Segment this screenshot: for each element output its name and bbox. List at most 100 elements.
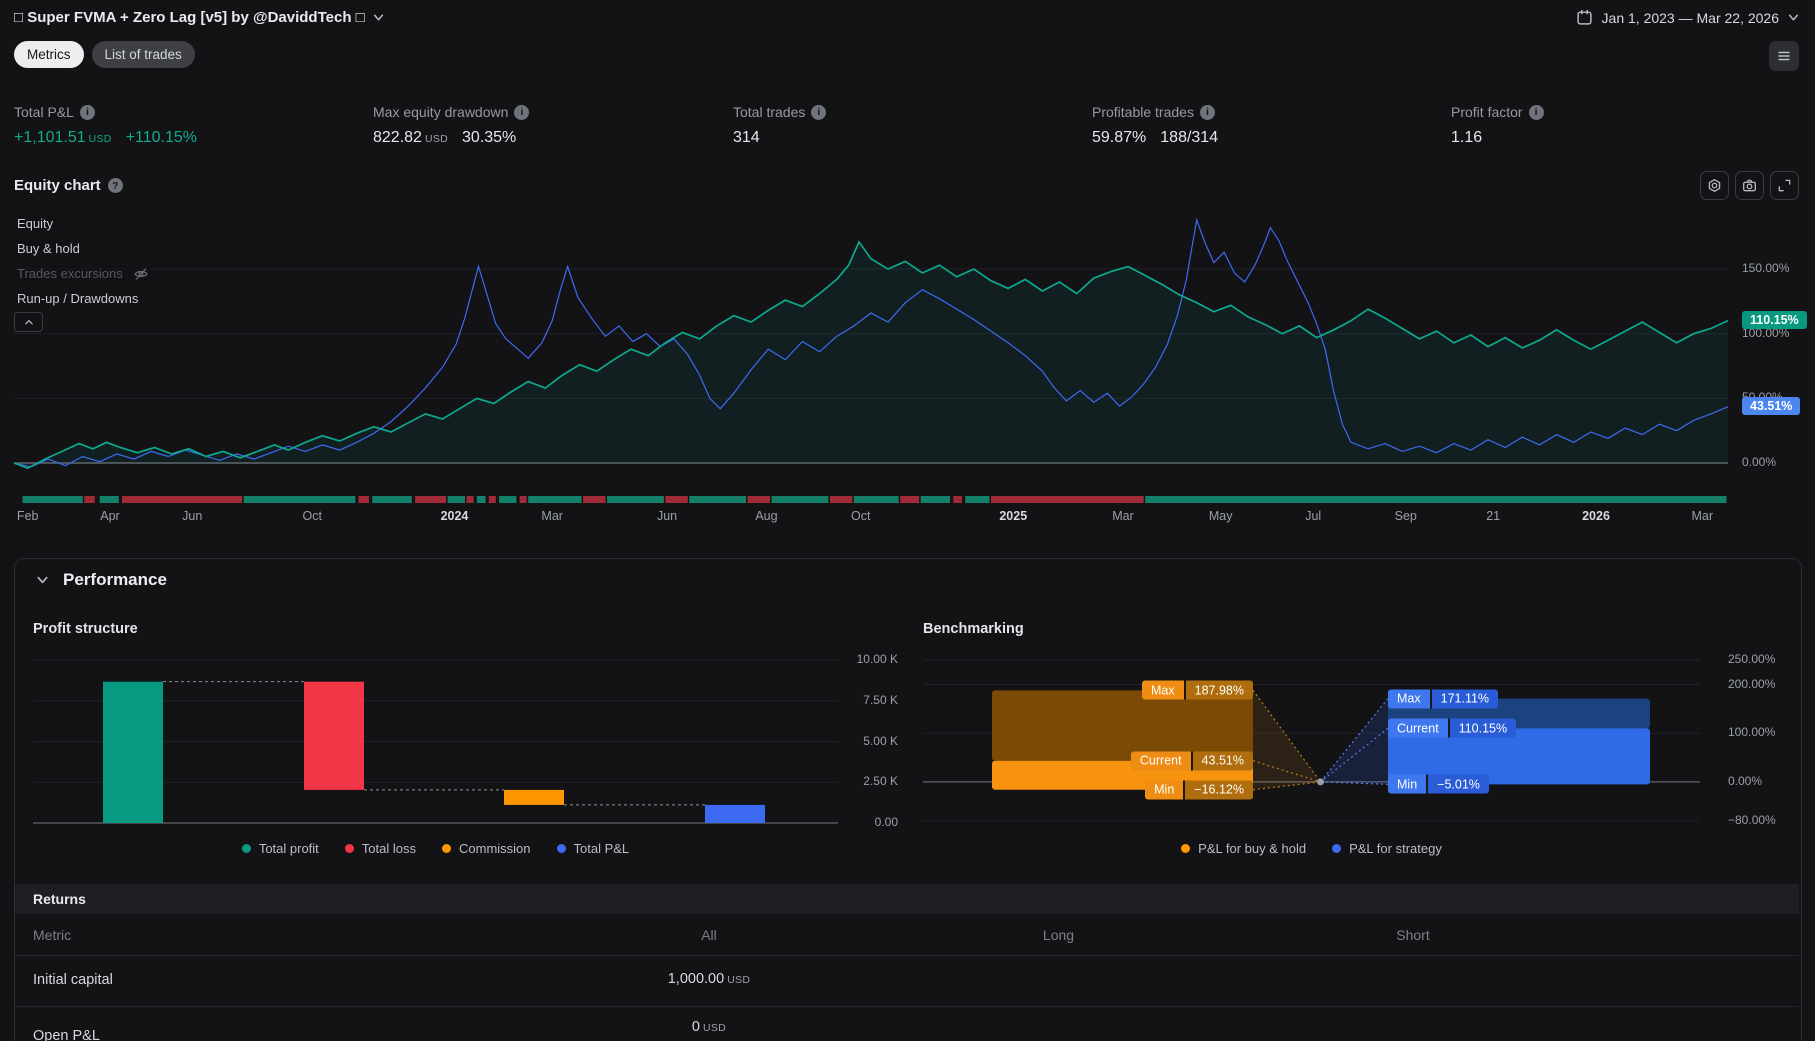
- trade-result-segment: [1145, 496, 1727, 503]
- equity-x-tick: Mar: [541, 509, 563, 523]
- chip-name: Current: [1388, 718, 1448, 738]
- profit-structure-legend: Total profit Total loss Commission Total…: [33, 841, 838, 856]
- metric-label: Max equity drawdown: [373, 104, 509, 120]
- performance-title: Performance: [63, 570, 167, 589]
- equity-x-tick: May: [1208, 509, 1233, 523]
- legend-runup-drawdowns[interactable]: Run-up / Drawdowns: [14, 290, 142, 307]
- legend-item-total-pnl[interactable]: Total P&L: [556, 841, 629, 856]
- trade-result-segment: [771, 496, 829, 503]
- gear-icon: [1708, 179, 1721, 192]
- chip-name: Current: [1130, 751, 1191, 771]
- buy-hold-line: [13, 217, 1729, 468]
- chip-value: 43.51%: [1190, 751, 1253, 771]
- info-icon[interactable]: i: [514, 104, 530, 120]
- profit-structure-title: Profit structure: [33, 621, 138, 637]
- calendar-icon: [1576, 9, 1592, 25]
- trade-result-segment: [415, 496, 447, 503]
- returns-title: Returns: [33, 891, 86, 907]
- tab-metrics[interactable]: Metrics: [14, 41, 84, 68]
- date-range-picker[interactable]: Jan 1, 2023 — Mar 22, 2026: [1576, 9, 1799, 26]
- chip-value: −5.01%: [1426, 774, 1489, 794]
- performance-card: [14, 558, 1802, 1041]
- equity-x-tick: Jun: [656, 509, 678, 523]
- chart-settings-button[interactable]: [1700, 171, 1729, 200]
- chip-value: 171.11%: [1429, 689, 1499, 709]
- trade-result-segment: [920, 496, 951, 503]
- legend-item-total-loss[interactable]: Total loss: [344, 841, 416, 856]
- legend-item-total-profit[interactable]: Total profit: [241, 841, 319, 856]
- bench-y-tick: −80.00%: [1728, 812, 1776, 827]
- column-header-long: Long: [1042, 927, 1075, 943]
- benchmarking-legend: P&L for buy & hold P&L for strategy: [923, 841, 1700, 856]
- row-open-pnl-label: Open P&L: [33, 1028, 100, 1041]
- trade-result-segment: [990, 496, 1144, 503]
- metric-total-pnl: Total P&L i +1,101.51 USD +110.15%: [14, 104, 197, 147]
- legend-item-pnl-buy-hold[interactable]: P&L for buy & hold: [1181, 841, 1306, 856]
- benchmark-chip-current: Current 43.51%: [1130, 751, 1253, 771]
- tab-list-of-trades[interactable]: List of trades: [91, 41, 195, 68]
- legend-item-commission[interactable]: Commission: [442, 841, 531, 856]
- row-initial-capital-label: Initial capital: [33, 972, 113, 988]
- strategy-title-row[interactable]: □ Super FVMA + Zero Lag [v5] by @DaviddT…: [14, 9, 384, 26]
- legend-label: Trades excursions: [17, 266, 123, 281]
- chip-value: 187.98%: [1183, 680, 1253, 700]
- bench-y-tick: 250.00%: [1728, 652, 1776, 667]
- equity-current-badge: 110.15%: [1742, 310, 1807, 329]
- metric-max-drawdown: Max equity drawdown i 822.82 USD 30.35%: [373, 104, 530, 147]
- metric-value: 59.87%: [1092, 129, 1147, 146]
- equity-x-tick: 21: [1486, 509, 1501, 523]
- fullscreen-button[interactable]: [1770, 171, 1799, 200]
- chevron-down-icon[interactable]: [373, 12, 384, 23]
- legend-item-pnl-strategy[interactable]: P&L for strategy: [1332, 841, 1442, 856]
- legend-equity[interactable]: Equity: [14, 215, 57, 232]
- equity-x-tick: Feb: [16, 509, 39, 523]
- trade-result-segment: [499, 496, 517, 503]
- report-layout-button[interactable]: [1769, 41, 1799, 71]
- chip-name: Min: [1388, 774, 1427, 794]
- chevron-down-icon: [37, 576, 48, 584]
- info-icon[interactable]: i: [1528, 104, 1544, 120]
- info-icon[interactable]: i: [79, 104, 95, 120]
- returns-section-header: Returns: [15, 884, 1799, 914]
- equity-x-tick: 2025: [999, 509, 1028, 523]
- equity-x-tick: Apr: [100, 509, 120, 523]
- benchmark-chip-max: Max 171.11%: [1388, 689, 1499, 709]
- performance-section-header[interactable]: Performance: [36, 570, 167, 590]
- equity-y-tick: 0.00%: [1742, 455, 1777, 469]
- trade-result-segment: [665, 496, 688, 503]
- column-header-short: Short: [1396, 927, 1430, 943]
- strategy-tester-report: □ Super FVMA + Zero Lag [v5] by @DaviddT…: [0, 0, 1815, 1041]
- trade-result-segment: [121, 496, 243, 503]
- legend-dot: [556, 844, 566, 853]
- metric-profitable-trades: Profitable trades i 59.87% 188/314: [1092, 104, 1218, 147]
- metric-extra: 188/314: [1160, 129, 1219, 146]
- trade-result-segment: [476, 496, 486, 503]
- legend-trades-excursions[interactable]: Trades excursions: [14, 265, 152, 282]
- trade-result-segment: [22, 496, 83, 503]
- metric-label: Profitable trades: [1092, 104, 1194, 120]
- trade-result-segment: [372, 496, 412, 503]
- help-icon[interactable]: ?: [107, 178, 123, 193]
- equity-x-tick: Mar: [1691, 509, 1714, 523]
- equity-x-tick: Aug: [755, 509, 778, 523]
- metric-unit: USD: [424, 133, 449, 145]
- strategy-title[interactable]: □ Super FVMA + Zero Lag [v5] by @DaviddT…: [14, 9, 365, 26]
- equity-x-tick: Oct: [850, 509, 871, 523]
- trade-result-segment: [853, 496, 899, 503]
- bench-y-tick: 200.00%: [1728, 676, 1776, 691]
- profit-y-tick: 5.00 K: [863, 733, 898, 748]
- info-icon[interactable]: i: [811, 104, 827, 120]
- column-header-all: All: [701, 927, 717, 943]
- metric-extra: 30.35%: [462, 129, 517, 146]
- trade-result-segment: [747, 496, 771, 503]
- legend-buy-hold[interactable]: Buy & hold: [14, 240, 83, 257]
- collapse-legend-button[interactable]: [14, 312, 43, 332]
- chart-snapshot-button[interactable]: [1735, 171, 1764, 200]
- equity-y-tick: 150.00%: [1742, 261, 1790, 276]
- info-icon[interactable]: i: [1199, 104, 1215, 120]
- equity-x-tick: Jul: [1305, 509, 1322, 523]
- legend-dot: [1181, 844, 1191, 853]
- trade-result-segment: [528, 496, 582, 503]
- equity-area-fill: [14, 241, 1728, 469]
- trade-result-segment: [829, 496, 853, 503]
